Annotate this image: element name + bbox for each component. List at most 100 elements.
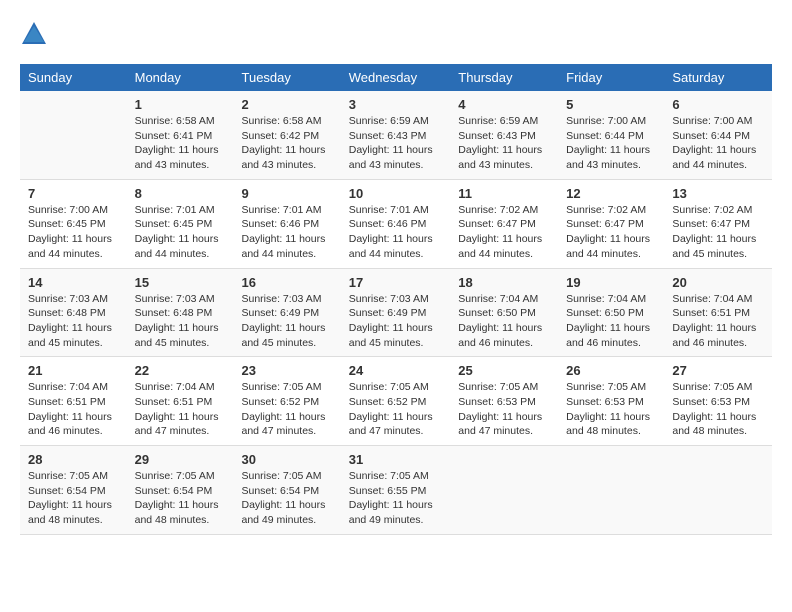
day-number: 27 [672,363,764,378]
day-detail: Sunrise: 6:58 AMSunset: 6:42 PMDaylight:… [242,114,333,173]
day-number: 30 [242,452,333,467]
col-header-monday: Monday [127,64,234,91]
day-detail: Sunrise: 7:05 AMSunset: 6:54 PMDaylight:… [135,469,226,528]
day-number: 24 [349,363,443,378]
col-header-saturday: Saturday [664,64,772,91]
day-number: 29 [135,452,226,467]
col-header-tuesday: Tuesday [234,64,341,91]
day-number: 18 [458,275,550,290]
day-number: 13 [672,186,764,201]
calendar-cell: 7Sunrise: 7:00 AMSunset: 6:45 PMDaylight… [20,179,127,268]
calendar-cell [664,446,772,535]
day-detail: Sunrise: 7:03 AMSunset: 6:48 PMDaylight:… [28,292,119,351]
day-detail: Sunrise: 7:03 AMSunset: 6:49 PMDaylight:… [349,292,443,351]
calendar-table: SundayMondayTuesdayWednesdayThursdayFrid… [20,64,772,535]
day-detail: Sunrise: 7:04 AMSunset: 6:50 PMDaylight:… [458,292,550,351]
calendar-cell: 6 Sunrise: 7:00 AMSunset: 6:44 PMDaylight… [664,91,772,179]
day-number: 19 [566,275,656,290]
day-detail: Sunrise: 7:00 AMSunset: 6:44 PMDaylight:… [672,114,764,173]
calendar-cell: 14 Sunrise: 7:03 AMSunset: 6:48 PMDayligh… [20,268,127,357]
day-detail: Sunrise: 7:01 AMSunset: 6:46 PMDaylight:… [242,203,333,262]
day-detail: Sunrise: 7:04 AMSunset: 6:50 PMDaylight:… [566,292,656,351]
calendar-cell: 1 Sunrise: 6:58 AMSunset: 6:41 PMDaylight… [127,91,234,179]
day-number: 6 [672,97,764,112]
calendar-cell [450,446,558,535]
day-detail: Sunrise: 7:05 AMSunset: 6:52 PMDaylight:… [349,380,443,439]
calendar-cell: 19 Sunrise: 7:04 AMSunset: 6:50 PMDayligh… [558,268,664,357]
calendar-cell: 9 Sunrise: 7:01 AMSunset: 6:46 PMDaylight… [234,179,341,268]
calendar-cell: 27 Sunrise: 7:05 AMSunset: 6:53 PMDayligh… [664,357,772,446]
day-number: 3 [349,97,443,112]
day-detail: Sunrise: 7:03 AMSunset: 6:48 PMDaylight:… [135,292,226,351]
day-number: 26 [566,363,656,378]
calendar-week-row: 1 Sunrise: 6:58 AMSunset: 6:41 PMDaylight… [20,91,772,179]
day-detail: Sunrise: 7:04 AMSunset: 6:51 PMDaylight:… [135,380,226,439]
day-detail: Sunrise: 7:05 AMSunset: 6:53 PMDaylight:… [458,380,550,439]
day-detail: Sunrise: 6:58 AMSunset: 6:41 PMDaylight:… [135,114,226,173]
day-detail: Sunrise: 7:05 AMSunset: 6:54 PMDaylight:… [242,469,333,528]
calendar-cell: 20 Sunrise: 7:04 AMSunset: 6:51 PMDayligh… [664,268,772,357]
calendar-cell: 21 Sunrise: 7:04 AMSunset: 6:51 PMDayligh… [20,357,127,446]
day-detail: Sunrise: 7:02 AMSunset: 6:47 PMDaylight:… [672,203,764,262]
calendar-header-row: SundayMondayTuesdayWednesdayThursdayFrid… [20,64,772,91]
calendar-week-row: 14 Sunrise: 7:03 AMSunset: 6:48 PMDayligh… [20,268,772,357]
calendar-cell: 25 Sunrise: 7:05 AMSunset: 6:53 PMDayligh… [450,357,558,446]
day-detail: Sunrise: 7:00 AMSunset: 6:44 PMDaylight:… [566,114,656,173]
day-number: 25 [458,363,550,378]
day-detail: Sunrise: 7:04 AMSunset: 6:51 PMDaylight:… [672,292,764,351]
calendar-cell: 23 Sunrise: 7:05 AMSunset: 6:52 PMDayligh… [234,357,341,446]
day-detail: Sunrise: 7:02 AMSunset: 6:47 PMDaylight:… [458,203,550,262]
day-detail: Sunrise: 7:05 AMSunset: 6:54 PMDaylight:… [28,469,119,528]
col-header-wednesday: Wednesday [341,64,451,91]
day-number: 20 [672,275,764,290]
day-number: 4 [458,97,550,112]
logo-icon [20,20,48,48]
day-number: 22 [135,363,226,378]
day-number: 9 [242,186,333,201]
day-number: 2 [242,97,333,112]
day-detail: Sunrise: 7:03 AMSunset: 6:49 PMDaylight:… [242,292,333,351]
calendar-week-row: 7Sunrise: 7:00 AMSunset: 6:45 PMDaylight… [20,179,772,268]
day-detail: Sunrise: 7:05 AMSunset: 6:52 PMDaylight:… [242,380,333,439]
day-number: 5 [566,97,656,112]
day-detail: Sunrise: 6:59 AMSunset: 6:43 PMDaylight:… [458,114,550,173]
calendar-cell [558,446,664,535]
calendar-cell: 16 Sunrise: 7:03 AMSunset: 6:49 PMDayligh… [234,268,341,357]
calendar-cell: 15 Sunrise: 7:03 AMSunset: 6:48 PMDayligh… [127,268,234,357]
calendar-cell: 30 Sunrise: 7:05 AMSunset: 6:54 PMDayligh… [234,446,341,535]
calendar-cell: 26 Sunrise: 7:05 AMSunset: 6:53 PMDayligh… [558,357,664,446]
calendar-cell: 11 Sunrise: 7:02 AMSunset: 6:47 PMDayligh… [450,179,558,268]
day-number: 28 [28,452,119,467]
calendar-cell: 31Sunrise: 7:05 AMSunset: 6:55 PMDayligh… [341,446,451,535]
day-detail: Sunrise: 7:05 AMSunset: 6:53 PMDaylight:… [566,380,656,439]
day-detail: Sunrise: 7:01 AMSunset: 6:45 PMDaylight:… [135,203,226,262]
day-number: 10 [349,186,443,201]
day-number: 23 [242,363,333,378]
col-header-thursday: Thursday [450,64,558,91]
day-detail: Sunrise: 7:05 AMSunset: 6:55 PMDaylight:… [349,469,443,528]
calendar-cell [20,91,127,179]
calendar-cell: 17Sunrise: 7:03 AMSunset: 6:49 PMDayligh… [341,268,451,357]
day-detail: Sunrise: 7:01 AMSunset: 6:46 PMDaylight:… [349,203,443,262]
calendar-cell: 12Sunrise: 7:02 AMSunset: 6:47 PMDayligh… [558,179,664,268]
day-number: 14 [28,275,119,290]
logo [20,20,52,48]
calendar-cell: 10 Sunrise: 7:01 AMSunset: 6:46 PMDayligh… [341,179,451,268]
calendar-week-row: 28 Sunrise: 7:05 AMSunset: 6:54 PMDayligh… [20,446,772,535]
day-number: 21 [28,363,119,378]
day-detail: Sunrise: 7:04 AMSunset: 6:51 PMDaylight:… [28,380,119,439]
calendar-cell: 24 Sunrise: 7:05 AMSunset: 6:52 PMDayligh… [341,357,451,446]
col-header-sunday: Sunday [20,64,127,91]
calendar-cell: 5 Sunrise: 7:00 AMSunset: 6:44 PMDaylight… [558,91,664,179]
day-detail: Sunrise: 7:05 AMSunset: 6:53 PMDaylight:… [672,380,764,439]
day-number: 12 [566,186,656,201]
day-number: 8 [135,186,226,201]
calendar-cell: 3Sunrise: 6:59 AMSunset: 6:43 PMDaylight… [341,91,451,179]
calendar-cell: 2 Sunrise: 6:58 AMSunset: 6:42 PMDaylight… [234,91,341,179]
col-header-friday: Friday [558,64,664,91]
day-number: 11 [458,186,550,201]
day-number: 16 [242,275,333,290]
day-number: 15 [135,275,226,290]
page-header [20,20,772,48]
day-number: 1 [135,97,226,112]
